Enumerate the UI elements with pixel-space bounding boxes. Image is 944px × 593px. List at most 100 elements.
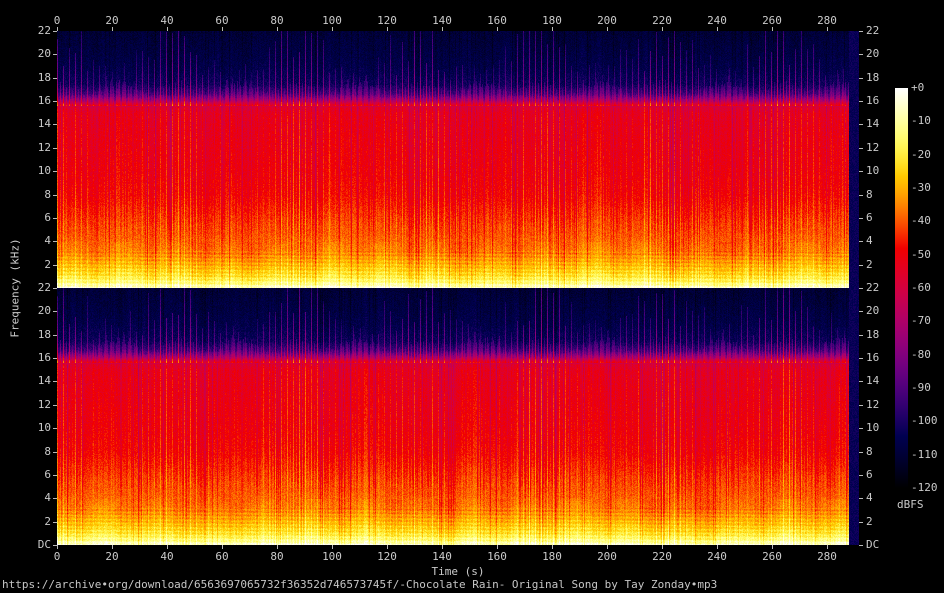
- time-tick-label: 260: [762, 550, 782, 563]
- colorbar-tick-label: -30: [911, 181, 931, 194]
- freq-tick-label: 22: [37, 281, 51, 294]
- freq-tick-left: [53, 335, 57, 336]
- time-tick-label: 260: [762, 14, 782, 27]
- colorbar-tick-label: -100: [911, 414, 938, 428]
- freq-tick-label: 12: [866, 141, 880, 154]
- freq-tick-right: [859, 54, 863, 55]
- time-tick-bottom: [112, 545, 113, 549]
- freq-tick-label: 20: [37, 304, 51, 317]
- time-tick-label: 100: [322, 14, 342, 27]
- freq-tick-right: [859, 381, 863, 382]
- colorbar-tick-label: -20: [911, 147, 931, 161]
- freq-tick-label: 6: [866, 468, 873, 481]
- freq-tick-right: [859, 545, 863, 546]
- colorbar-tick-label: -80: [911, 347, 931, 361]
- x-axis-title: Time (s): [431, 565, 485, 578]
- freq-tick-left: [53, 171, 57, 172]
- time-tick-bottom: [662, 545, 663, 549]
- colorbar-unit-label: dBFS: [897, 498, 924, 511]
- freq-tick-label: 14: [37, 374, 51, 387]
- time-tick-bottom: [222, 545, 223, 549]
- time-tick-bottom: [772, 545, 773, 549]
- freq-tick-left: [53, 265, 57, 266]
- freq-tick-right: [859, 452, 863, 453]
- time-tick-label: 120: [377, 14, 397, 27]
- time-tick-top: [827, 27, 828, 31]
- freq-tick-left: [53, 195, 57, 196]
- freq-tick-label: 8: [44, 188, 51, 201]
- freq-tick-left: [53, 381, 57, 382]
- freq-tick-left: [53, 522, 57, 523]
- freq-tick-left: [53, 241, 57, 242]
- freq-tick-left: [53, 358, 57, 359]
- time-tick-label: 280: [817, 550, 837, 563]
- time-tick-bottom: [717, 545, 718, 549]
- time-tick-bottom: [827, 545, 828, 549]
- freq-tick-label: 20: [866, 304, 880, 317]
- y-axis-title: Frequency (kHz): [8, 238, 22, 338]
- time-tick-label: 0: [53, 14, 61, 27]
- freq-tick-right: [859, 265, 863, 266]
- time-tick-label: 280: [817, 14, 837, 27]
- colorbar-tick-label: +0: [911, 81, 925, 94]
- time-tick-label: 80: [270, 550, 284, 563]
- time-tick-label: 200: [597, 14, 617, 27]
- time-tick-top: [607, 27, 608, 31]
- spectrogram-figure: Frequency (kHz) Time (s) dBFS https://ar…: [0, 0, 944, 593]
- time-tick-label: 20: [105, 550, 119, 563]
- freq-tick-left: [53, 148, 57, 149]
- time-tick-label: 60: [215, 550, 229, 563]
- time-tick-label: 240: [707, 14, 727, 27]
- freq-tick-left: [53, 498, 57, 499]
- freq-tick-label: 20: [37, 47, 51, 60]
- freq-tick-label: 22: [37, 24, 51, 37]
- freq-tick-label: 8: [866, 188, 873, 201]
- freq-tick-left: [53, 78, 57, 79]
- freq-tick-label: 18: [37, 328, 51, 341]
- time-tick-top: [112, 27, 113, 31]
- freq-tick-label: 16: [37, 94, 51, 107]
- time-tick-top: [717, 27, 718, 31]
- freq-tick-label: 8: [866, 445, 873, 458]
- freq-tick-right: [859, 148, 863, 149]
- freq-tick-label: 2: [866, 258, 873, 271]
- time-tick-top: [662, 27, 663, 31]
- colorbar-tick-label: -60: [911, 281, 931, 294]
- colorbar-gradient-canvas: [895, 88, 908, 488]
- freq-tick-label: 22: [866, 281, 880, 294]
- freq-tick-right: [859, 358, 863, 359]
- freq-tick-right: [859, 405, 863, 406]
- freq-tick-label: 4: [44, 491, 51, 504]
- time-tick-top: [222, 27, 223, 31]
- colorbar-tick-label: -70: [911, 314, 931, 328]
- freq-tick-label: 18: [866, 71, 880, 84]
- freq-tick-label: 12: [37, 141, 51, 154]
- colorbar-tick-label: -40: [911, 214, 931, 228]
- time-tick-label: 80: [270, 14, 284, 27]
- colorbar-tick-label: -110: [911, 447, 938, 461]
- time-tick-bottom: [57, 545, 58, 549]
- freq-tick-right: [859, 171, 863, 172]
- freq-tick-label: 6: [866, 211, 873, 224]
- freq-tick-left: [53, 288, 57, 289]
- time-tick-bottom: [442, 545, 443, 549]
- freq-tick-label: 14: [37, 117, 51, 130]
- freq-tick-label: 22: [866, 24, 880, 37]
- freq-tick-label: 4: [866, 234, 873, 247]
- time-tick-top: [332, 27, 333, 31]
- time-tick-bottom: [552, 545, 553, 549]
- freq-tick-label: 20: [866, 47, 880, 60]
- freq-tick-label: 18: [37, 71, 51, 84]
- freq-tick-right: [859, 195, 863, 196]
- time-tick-label: 140: [432, 550, 452, 563]
- freq-tick-left: [53, 545, 57, 546]
- freq-tick-right: [859, 498, 863, 499]
- colorbar-tick-label: -120: [911, 481, 938, 494]
- time-tick-label: 180: [542, 14, 562, 27]
- freq-tick-label: 8: [44, 445, 51, 458]
- freq-tick-left: [53, 452, 57, 453]
- freq-tick-label: 14: [866, 117, 880, 130]
- time-tick-label: 40: [160, 14, 174, 27]
- time-tick-label: 140: [432, 14, 452, 27]
- colorbar-tick-label: -50: [911, 247, 931, 261]
